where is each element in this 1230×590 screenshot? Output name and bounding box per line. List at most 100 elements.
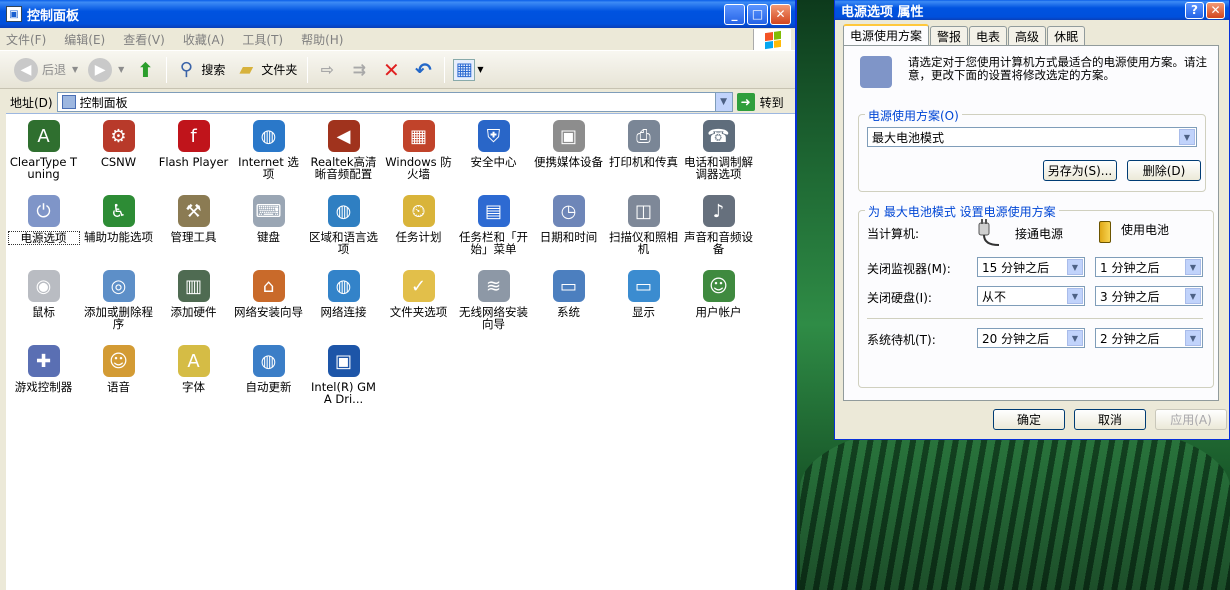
dialog-titlebar[interactable]: 电源选项 属性 ? ✕ xyxy=(835,0,1229,20)
monitor-dc-select[interactable]: 1 分钟之后 ▼ xyxy=(1095,257,1203,277)
search-icon: ⚲ xyxy=(179,59,193,80)
control-panel-item[interactable]: ◍ Internet 选项 xyxy=(231,120,306,195)
control-panel-item-label: 安全中心 xyxy=(470,155,517,169)
intro-text: 请选定对于您使用计算机方式最适合的电源使用方案。请注意，更改下面的设置将修改选定… xyxy=(908,55,1207,82)
disk-dc-select[interactable]: 3 分钟之后 ▼ xyxy=(1095,286,1203,306)
views-dropdown-icon[interactable]: ▼ xyxy=(477,65,483,74)
apply-button[interactable]: 应用(A) xyxy=(1155,409,1227,430)
control-panel-item-label: 便携媒体设备 xyxy=(534,155,603,169)
go-button[interactable]: 转到 xyxy=(760,94,784,111)
control-panel-item[interactable]: ▦ Windows 防火墙 xyxy=(381,120,456,195)
control-panel-item[interactable]: ⚒ 管理工具 xyxy=(156,195,231,270)
address-input[interactable]: 控制面板 ▼ xyxy=(56,92,733,112)
control-panel-item[interactable]: ▣ Intel(R) GMA Dri... xyxy=(306,345,381,420)
address-dropdown-icon[interactable]: ▼ xyxy=(714,93,732,111)
control-panel-item[interactable]: ☺ 用户帐户 xyxy=(681,270,756,345)
control-panel-item[interactable]: ⏻ 电源选项 xyxy=(6,195,81,270)
menu-view[interactable]: 查看(V) xyxy=(123,31,165,48)
control-panel-item[interactable]: ◍ 自动更新 xyxy=(231,345,306,420)
control-panel-item[interactable]: A ClearType Tuning xyxy=(6,120,81,195)
standby-dc-select[interactable]: 2 分钟之后 ▼ xyxy=(1095,328,1203,348)
tab-hibernate[interactable]: 休眠 xyxy=(1047,26,1086,45)
control-panel-item[interactable]: ◎ 添加或删除程序 xyxy=(81,270,156,345)
control-panel-item[interactable]: ☺ 语音 xyxy=(81,345,156,420)
control-panel-item[interactable]: ≋ 无线网络安装向导 xyxy=(456,270,531,345)
control-panel-item[interactable]: ▭ 显示 xyxy=(606,270,681,345)
intro: 请选定对于您使用计算机方式最适合的电源使用方案。请注意，更改下面的设置将修改选定… xyxy=(860,56,1208,88)
up-button[interactable]: ⬆ xyxy=(134,58,156,82)
menu-file[interactable]: 文件(F) xyxy=(6,31,46,48)
forward-dropdown-icon[interactable]: ▼ xyxy=(118,65,124,74)
move-to-button[interactable]: ⇨ xyxy=(316,59,338,81)
save-as-button[interactable]: 另存为(S)... xyxy=(1043,160,1117,181)
control-panel-item[interactable]: ⚙ CSNW xyxy=(81,120,156,195)
back-dropdown-icon[interactable]: ▼ xyxy=(72,65,78,74)
monitor-ac-dropdown-icon[interactable]: ▼ xyxy=(1067,259,1083,275)
standby-dc-dropdown-icon[interactable]: ▼ xyxy=(1185,330,1201,346)
monitor-dc-dropdown-icon[interactable]: ▼ xyxy=(1185,259,1201,275)
control-panel-item[interactable]: ▥ 添加硬件 xyxy=(156,270,231,345)
explorer-titlebar[interactable]: ▣ 控制面板 _ □ ✕ xyxy=(0,0,795,28)
scheme-dropdown-icon[interactable]: ▼ xyxy=(1179,129,1195,145)
audio-icon: ♪ xyxy=(702,195,735,227)
control-panel-icon: ▣ xyxy=(6,6,22,22)
back-button[interactable]: ◀ 后退 ▼ xyxy=(14,57,78,82)
tab-power-meter[interactable]: 电表 xyxy=(969,26,1008,45)
disk-dc-dropdown-icon[interactable]: ▼ xyxy=(1185,288,1201,304)
control-panel-item[interactable]: ⌂ 网络安装向导 xyxy=(231,270,306,345)
monitor-ac-select[interactable]: 15 分钟之后 ▼ xyxy=(977,257,1085,277)
control-panel-item-label: 电源选项 xyxy=(7,231,80,245)
help-button[interactable]: ? xyxy=(1185,1,1204,19)
control-panel-item[interactable]: ✓ 文件夹选项 xyxy=(381,270,456,345)
tab-alarms[interactable]: 警报 xyxy=(930,26,969,45)
control-panel-item[interactable]: A 字体 xyxy=(156,345,231,420)
tab-advanced[interactable]: 高级 xyxy=(1008,26,1047,45)
disk-ac-dropdown-icon[interactable]: ▼ xyxy=(1067,288,1083,304)
delete-scheme-button[interactable]: 删除(D) xyxy=(1127,160,1201,181)
go-arrow-icon[interactable]: ➜ xyxy=(736,93,755,111)
control-panel-item[interactable]: ⎙ 打印机和传真 xyxy=(606,120,681,195)
control-panel-item[interactable]: ◷ 日期和时间 xyxy=(531,195,606,270)
control-panel-item[interactable]: ◫ 扫描仪和照相机 xyxy=(606,195,681,270)
close-button[interactable]: ✕ xyxy=(770,3,791,25)
control-panel-item[interactable]: ♪ 声音和音频设备 xyxy=(681,195,756,270)
control-panel-item[interactable]: ✚ 游戏控制器 xyxy=(6,345,81,420)
scheme-select[interactable]: 最大电池模式 ▼ xyxy=(867,127,1197,147)
cancel-button[interactable]: 取消 xyxy=(1074,409,1146,430)
folders-button[interactable]: ▰ 文件夹 xyxy=(235,59,297,81)
toolbar-separator xyxy=(166,56,168,83)
copy-to-button[interactable]: ⇉ xyxy=(348,59,370,81)
undo-button[interactable]: ↶ xyxy=(412,58,434,82)
control-panel-item[interactable]: ⌨ 键盘 xyxy=(231,195,306,270)
control-panel-item[interactable]: ▣ 便携媒体设备 xyxy=(531,120,606,195)
control-panel-item[interactable]: ⛨ 安全中心 xyxy=(456,120,531,195)
maximize-button[interactable]: □ xyxy=(747,3,768,25)
delete-button[interactable]: ✕ xyxy=(380,58,402,82)
ok-button[interactable]: 确定 xyxy=(993,409,1065,430)
menu-tools[interactable]: 工具(T) xyxy=(242,31,283,48)
control-panel-item[interactable]: ⏲ 任务计划 xyxy=(381,195,456,270)
menu-favorites[interactable]: 收藏(A) xyxy=(183,31,225,48)
tab-power-schemes[interactable]: 电源使用方案 xyxy=(843,24,930,45)
toolbar: ◀ 后退 ▼ ▶ ▼ ⬆ ⚲ 搜索 ▰ 文件夹 ⇨ ⇉ ✕ ↶ ▦ ▼ xyxy=(0,51,795,89)
minimize-button[interactable]: _ xyxy=(724,3,745,25)
standby-ac-select[interactable]: 20 分钟之后 ▼ xyxy=(977,328,1085,348)
control-panel-item[interactable]: ▭ 系统 xyxy=(531,270,606,345)
standby-ac-dropdown-icon[interactable]: ▼ xyxy=(1067,330,1083,346)
flash-icon: f xyxy=(177,120,210,152)
forward-button[interactable]: ▶ ▼ xyxy=(88,57,124,82)
control-panel-item[interactable]: ♿ 辅助功能选项 xyxy=(81,195,156,270)
search-button[interactable]: ⚲ 搜索 xyxy=(175,59,226,81)
control-panel-item[interactable]: ◀ Realtek高清晰音频配置 xyxy=(306,120,381,195)
views-button[interactable]: ▦ ▼ xyxy=(453,58,484,81)
control-panel-item[interactable]: ☎ 电话和调制解调器选项 xyxy=(681,120,756,195)
control-panel-item[interactable]: ◍ 区域和语言选项 xyxy=(306,195,381,270)
disk-ac-select[interactable]: 从不 ▼ xyxy=(977,286,1085,306)
menu-help[interactable]: 帮助(H) xyxy=(301,31,343,48)
control-panel-item[interactable]: ◉ 鼠标 xyxy=(6,270,81,345)
dialog-close-button[interactable]: ✕ xyxy=(1206,1,1225,19)
control-panel-item[interactable]: ◍ 网络连接 xyxy=(306,270,381,345)
control-panel-item[interactable]: ▤ 任务栏和「开始」菜单 xyxy=(456,195,531,270)
menu-edit[interactable]: 编辑(E) xyxy=(64,31,105,48)
control-panel-item[interactable]: f Flash Player xyxy=(156,120,231,195)
